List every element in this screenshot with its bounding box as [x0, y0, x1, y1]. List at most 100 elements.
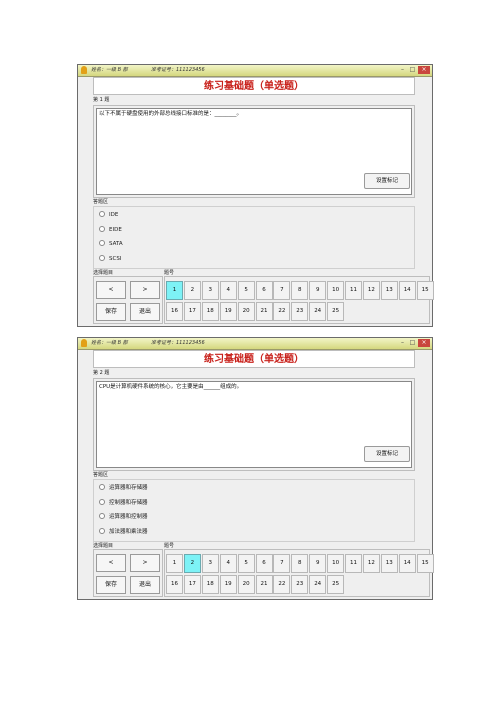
question-number-button[interactable]: 15 — [416, 281, 434, 300]
question-number-button[interactable]: 5 — [237, 554, 255, 573]
navigation-panel: < > 保存 退出 — [93, 276, 163, 324]
examinee-name: 姓名：一级 B 部 — [91, 67, 128, 73]
option-b[interactable]: 控制器和存储器 — [99, 498, 148, 507]
question-number-button[interactable]: 17 — [183, 302, 201, 321]
question-number-button[interactable]: 7 — [273, 554, 291, 573]
option-a[interactable]: 运算器和存储器 — [99, 483, 148, 492]
exam-window-1: 姓名：一级 B 部 准考证号：111123456 – □ × 练习基础题（单选题… — [77, 64, 434, 327]
option-label: 控制器和存储器 — [109, 500, 148, 506]
option-d[interactable]: SCSI — [99, 254, 121, 263]
question-number-button[interactable]: 23 — [291, 302, 309, 321]
exit-button[interactable]: 退出 — [130, 303, 160, 321]
maximize-icon[interactable]: □ — [408, 339, 417, 347]
close-icon[interactable]: × — [418, 66, 430, 74]
question-number-button[interactable]: 18 — [201, 575, 219, 594]
question-number-button[interactable]: 20 — [237, 575, 255, 594]
question-number-button[interactable]: 9 — [309, 281, 327, 300]
save-button[interactable]: 保存 — [96, 576, 126, 594]
question-number-button[interactable]: 18 — [201, 302, 219, 321]
set-mark-button[interactable]: 设置标记 — [364, 173, 410, 189]
radio-icon[interactable] — [99, 512, 105, 519]
question-number-button[interactable]: 4 — [219, 281, 237, 300]
question-number-button[interactable]: 8 — [291, 554, 309, 573]
question-number-label: 第 2 题 — [93, 370, 110, 376]
radio-icon[interactable] — [99, 225, 105, 232]
question-number-button[interactable]: 6 — [255, 554, 273, 573]
question-number-button[interactable]: 5 — [237, 281, 255, 300]
question-number-button[interactable]: 3 — [201, 281, 219, 300]
question-number-button[interactable]: 20 — [237, 302, 255, 321]
radio-icon[interactable] — [99, 210, 105, 217]
question-number-button[interactable]: 10 — [327, 554, 345, 573]
question-number-button[interactable]: 23 — [291, 575, 309, 594]
question-number-button[interactable]: 22 — [273, 302, 291, 321]
question-number-button[interactable]: 19 — [219, 302, 237, 321]
title-box: 练习基础题（单选题） — [93, 77, 415, 95]
question-text: CPU是计算机硬件系统的核心，它主要是由______组成的。 — [99, 384, 243, 390]
question-number-button[interactable]: 4 — [219, 554, 237, 573]
save-button[interactable]: 保存 — [96, 303, 126, 321]
question-number-button[interactable]: 1 — [166, 554, 183, 573]
question-number-button[interactable]: 16 — [166, 302, 183, 321]
question-number-button[interactable]: 13 — [380, 281, 398, 300]
exit-button[interactable]: 退出 — [130, 576, 160, 594]
question-number-button[interactable]: 17 — [183, 575, 201, 594]
option-label: EIDE — [109, 227, 122, 233]
exam-id: 准考证号：111123456 — [151, 340, 205, 346]
option-c[interactable]: SATA — [99, 239, 123, 248]
radio-icon[interactable] — [99, 498, 105, 505]
question-number-button[interactable]: 21 — [255, 575, 273, 594]
maximize-icon[interactable]: □ — [408, 66, 417, 74]
radio-icon[interactable] — [99, 483, 105, 490]
question-number-button[interactable]: 13 — [380, 554, 398, 573]
question-number-button[interactable]: 2 — [183, 281, 201, 300]
radio-icon[interactable] — [99, 239, 105, 246]
question-number-button[interactable]: 15 — [416, 554, 434, 573]
title-bar: 姓名：一级 B 部 准考证号：111123456 – □ × — [78, 338, 432, 350]
question-number-button[interactable]: 25 — [327, 575, 345, 594]
question-number-button[interactable]: 11 — [345, 281, 362, 300]
next-button[interactable]: > — [130, 554, 160, 572]
option-a[interactable]: IDE — [99, 210, 118, 219]
option-b[interactable]: EIDE — [99, 225, 122, 234]
minimize-icon[interactable]: – — [398, 339, 407, 347]
question-number-button[interactable]: 16 — [166, 575, 183, 594]
question-number-button[interactable]: 11 — [345, 554, 362, 573]
question-number-button[interactable]: 14 — [398, 281, 416, 300]
question-number-button[interactable]: 22 — [273, 575, 291, 594]
question-number-button[interactable]: 3 — [201, 554, 219, 573]
option-label: 运算器和存储器 — [109, 485, 148, 491]
question-number-grid: 1 2 3 4 5 6 7 8 9 10 11 12 13 14 15 16 17 18 19 20 21 22 23 24 2… — [164, 276, 434, 324]
question-number-button[interactable]: 24 — [309, 575, 327, 594]
question-number-button[interactable]: 10 — [327, 281, 345, 300]
set-mark-button[interactable]: 设置标记 — [364, 446, 410, 462]
navigation-panel: < > 保存 退出 — [93, 549, 163, 597]
question-number-button[interactable]: 1 — [166, 281, 183, 300]
question-number-button[interactable]: 7 — [273, 281, 291, 300]
minimize-icon[interactable]: – — [398, 66, 407, 74]
close-icon[interactable]: × — [418, 339, 430, 347]
question-number-button[interactable]: 25 — [327, 302, 345, 321]
exam-id: 准考证号：111123456 — [151, 67, 205, 73]
page-title: 练习基础题（单选题） — [204, 354, 304, 365]
answer-area-label: 答题区 — [93, 472, 109, 478]
prev-button[interactable]: < — [96, 554, 126, 572]
question-number-label: 第 1 题 — [93, 97, 110, 103]
question-number-button[interactable]: 2 — [183, 554, 201, 573]
question-number-button[interactable]: 19 — [219, 575, 237, 594]
question-number-button[interactable]: 12 — [362, 554, 380, 573]
question-number-button[interactable]: 6 — [255, 281, 273, 300]
question-number-button[interactable]: 14 — [398, 554, 416, 573]
option-c[interactable]: 运算器和控制器 — [99, 512, 148, 521]
title-box: 练习基础题（单选题） — [93, 350, 415, 368]
question-number-button[interactable]: 21 — [255, 302, 273, 321]
prev-button[interactable]: < — [96, 281, 126, 299]
radio-icon[interactable] — [99, 527, 105, 534]
question-number-button[interactable]: 9 — [309, 554, 327, 573]
question-number-button[interactable]: 8 — [291, 281, 309, 300]
question-number-button[interactable]: 24 — [309, 302, 327, 321]
radio-icon[interactable] — [99, 254, 105, 261]
next-button[interactable]: > — [130, 281, 160, 299]
question-number-button[interactable]: 12 — [362, 281, 380, 300]
option-d[interactable]: 加法器和乘法器 — [99, 527, 148, 536]
